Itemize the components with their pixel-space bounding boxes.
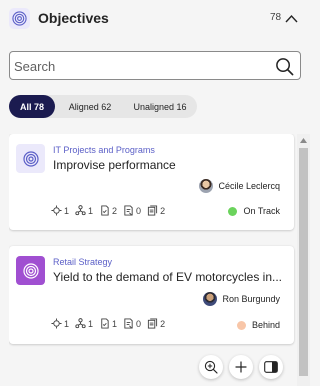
side-panel-button[interactable] bbox=[259, 355, 283, 379]
checkin-icon bbox=[101, 205, 109, 216]
objective-program[interactable]: Retail Strategy bbox=[53, 257, 112, 267]
checkin-icon bbox=[101, 318, 109, 329]
objective-card[interactable]: Retail Strategy Yield to the demand of E… bbox=[9, 246, 294, 344]
checkin-metric: 2 bbox=[99, 205, 117, 216]
page-title: Objectives bbox=[38, 10, 109, 26]
document-metric: 2 bbox=[147, 318, 165, 329]
key-result-metric: 1 bbox=[51, 318, 69, 329]
comment-metric: 0 bbox=[123, 318, 141, 329]
status-badge: Behind bbox=[236, 320, 280, 330]
status-label: On Track bbox=[243, 206, 280, 216]
status-badge: On Track bbox=[228, 206, 280, 216]
objectives-count: 78 bbox=[270, 12, 282, 23]
document-metric: 2 bbox=[147, 205, 165, 216]
target-icon bbox=[16, 144, 45, 173]
team-icon bbox=[75, 318, 86, 329]
search-box bbox=[9, 51, 301, 80]
objective-program[interactable]: IT Projects and Programs bbox=[53, 145, 155, 155]
owner-name: Ron Burgundy bbox=[222, 294, 280, 304]
side-panel-icon bbox=[264, 361, 278, 373]
objective-title[interactable]: Improvise performance bbox=[53, 158, 283, 172]
avatar bbox=[199, 179, 214, 193]
owner-name: Cécile Leclercq bbox=[218, 181, 280, 191]
objectives-list[interactable]: IT Projects and Programs Improvise perfo… bbox=[9, 134, 310, 386]
target-icon bbox=[16, 256, 45, 285]
target-icon bbox=[9, 8, 30, 29]
scrollbar-thumb[interactable] bbox=[299, 148, 308, 376]
zoom-in-icon bbox=[204, 360, 218, 374]
chevron-up-icon[interactable] bbox=[284, 11, 298, 25]
filter-tab-aligned[interactable]: Aligned 62 bbox=[59, 95, 121, 118]
search-input[interactable] bbox=[14, 58, 264, 75]
team-metric: 1 bbox=[75, 205, 93, 216]
scroll-up-arrow-icon[interactable] bbox=[297, 134, 310, 147]
zoom-in-button[interactable] bbox=[199, 355, 223, 379]
objective-owner: Ron Burgundy bbox=[203, 292, 280, 306]
objective-owner: Cécile Leclercq bbox=[199, 179, 280, 193]
team-icon bbox=[75, 205, 86, 216]
filter-tabs: All 78 Aligned 62 Unaligned 16 bbox=[9, 95, 197, 118]
checkin-metric: 1 bbox=[99, 318, 117, 329]
comment-metric: 0 bbox=[123, 205, 141, 216]
key-result-metric: 1 bbox=[51, 205, 69, 216]
add-objective-button[interactable] bbox=[229, 355, 253, 379]
status-dot bbox=[228, 206, 238, 216]
objective-title[interactable]: Yield to the demand of EV motorcycles in… bbox=[53, 270, 283, 284]
search-icon[interactable] bbox=[274, 56, 294, 76]
objective-card[interactable]: IT Projects and Programs Improvise perfo… bbox=[9, 134, 294, 230]
status-dot bbox=[236, 320, 246, 330]
document-icon bbox=[147, 318, 158, 329]
comment-icon bbox=[124, 205, 133, 216]
filter-tab-unaligned[interactable]: Unaligned 16 bbox=[125, 95, 195, 118]
team-metric: 1 bbox=[75, 318, 93, 329]
objective-metrics: 1 1 1 0 2 bbox=[51, 318, 165, 329]
filter-tab-all[interactable]: All 78 bbox=[9, 95, 55, 118]
objective-metrics: 1 1 2 0 2 bbox=[51, 205, 165, 216]
comment-icon bbox=[124, 318, 133, 329]
scrollbar[interactable] bbox=[297, 134, 310, 386]
key-result-icon bbox=[51, 205, 62, 216]
key-result-icon bbox=[51, 318, 62, 329]
objectives-header: Objectives 78 bbox=[0, 0, 311, 38]
document-icon bbox=[147, 205, 158, 216]
plus-icon bbox=[235, 361, 247, 373]
avatar bbox=[203, 292, 218, 306]
status-label: Behind bbox=[251, 320, 280, 330]
